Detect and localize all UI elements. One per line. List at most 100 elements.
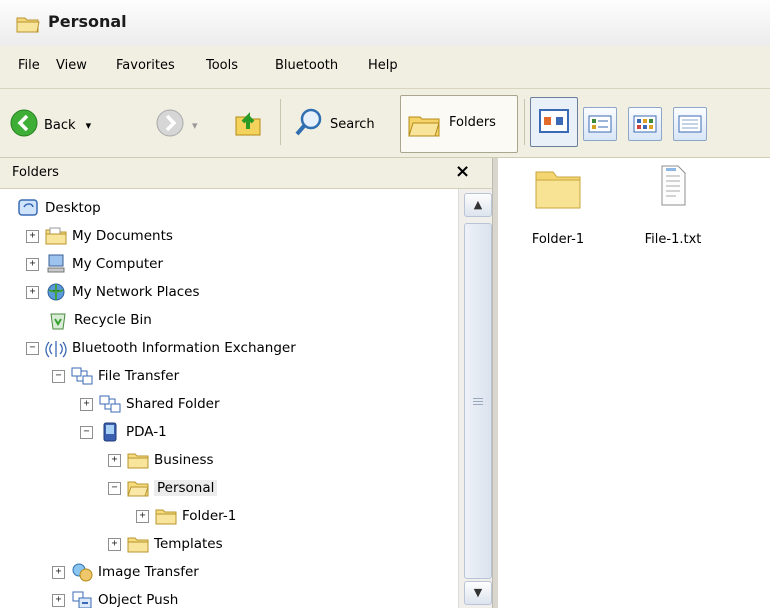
folders-label: Folders <box>449 115 496 130</box>
object-push-icon <box>71 590 93 608</box>
expand-icon[interactable]: + <box>80 397 93 411</box>
file-transfer-icon <box>99 394 121 414</box>
network-icon <box>45 282 67 302</box>
bluetooth-icon <box>45 338 67 358</box>
menu-bar: File View Favorites Tools Bluetooth Help <box>0 46 770 89</box>
window-title: Personal <box>48 12 127 31</box>
tree-item-label: My Computer <box>72 256 164 272</box>
tree-item-my-computer[interactable]: + My Computer <box>26 253 163 275</box>
tiles-view-button[interactable] <box>583 107 617 141</box>
back-label: Back <box>44 117 76 133</box>
menu-file[interactable]: File <box>18 58 40 73</box>
file-transfer-icon <box>71 366 93 386</box>
text-file-icon <box>658 165 688 212</box>
search-label: Search <box>330 116 375 132</box>
expand-icon[interactable]: + <box>52 565 65 579</box>
scrollbar-thumb[interactable] <box>464 223 492 579</box>
back-button[interactable]: Back ▾ <box>10 109 91 141</box>
tree-item-my-documents[interactable]: + My Documents <box>26 225 173 247</box>
icons-view-button[interactable] <box>628 107 662 141</box>
tree-item-label: Desktop <box>45 200 101 216</box>
menu-help[interactable]: Help <box>368 58 398 73</box>
list-view-button[interactable] <box>673 107 707 141</box>
open-folder-icon <box>127 478 149 498</box>
tree-item-my-network-places[interactable]: + My Network Places <box>26 281 200 303</box>
tree-item-business[interactable]: + Business <box>108 449 214 471</box>
chevron-down-icon[interactable]: ▾ <box>86 119 92 132</box>
content-item-label: File-1.txt <box>644 232 702 247</box>
back-arrow-icon <box>10 109 38 141</box>
menu-view[interactable]: View <box>56 58 87 73</box>
collapse-icon[interactable]: − <box>26 341 39 355</box>
tree-item-shared-folder[interactable]: + Shared Folder <box>80 393 220 415</box>
tiles-view-icon <box>588 115 612 137</box>
tree-item-bluetooth-information-exchanger[interactable]: − Bluetooth Information Exchanger <box>26 337 296 359</box>
folder-icon <box>16 14 40 38</box>
toolbar-separator <box>524 99 525 145</box>
menu-bluetooth[interactable]: Bluetooth <box>275 58 338 73</box>
tree-item-personal[interactable]: − Personal <box>108 477 218 499</box>
tree-item-image-transfer[interactable]: + Image Transfer <box>52 561 199 583</box>
tree-item-templates[interactable]: + Templates <box>108 533 223 555</box>
tree-item-object-push[interactable]: + Object Push <box>52 589 178 608</box>
search-button[interactable]: Search <box>294 107 375 141</box>
collapse-icon[interactable]: − <box>52 369 65 383</box>
forward-button[interactable]: ▾ <box>156 109 198 141</box>
expand-icon[interactable]: + <box>108 453 121 467</box>
toolbar-separator <box>280 99 281 145</box>
folders-icon <box>407 109 441 143</box>
folder-tree-scrollbar[interactable]: ▲ ▼ <box>458 189 493 608</box>
content-pane: Folder-1 File-1.txt <box>498 158 770 608</box>
tree-item-folder-1[interactable]: + Folder-1 <box>136 505 236 527</box>
tree-item-label: Object Push <box>98 592 179 608</box>
close-icon[interactable]: × <box>455 161 470 182</box>
tree-item-label: My Documents <box>72 228 173 244</box>
expand-icon[interactable]: + <box>108 537 121 551</box>
thumb-grip <box>473 401 483 402</box>
expand-icon[interactable]: + <box>52 593 65 607</box>
icons-view-icon <box>633 115 657 137</box>
scroll-up-button[interactable]: ▲ <box>464 193 492 217</box>
tree-item-desktop[interactable]: Desktop <box>18 197 101 219</box>
tree-item-pda-1[interactable]: − PDA-1 <box>80 421 167 443</box>
folders-pane-title: Folders <box>12 165 59 180</box>
pda-icon <box>99 422 121 442</box>
thumb-grip <box>473 404 483 405</box>
tree-item-label: Personal <box>154 480 218 496</box>
desktop-icon <box>18 198 40 218</box>
toolbar: Back ▾ ▾ Search Folders <box>0 89 770 158</box>
tree-item-label: File Transfer <box>98 368 180 384</box>
forward-arrow-icon <box>156 109 184 141</box>
expand-icon[interactable]: + <box>136 509 149 523</box>
up-folder-button[interactable] <box>234 107 264 141</box>
tree-item-recycle-bin[interactable]: Recycle Bin <box>47 309 152 331</box>
computer-icon <box>45 254 67 274</box>
collapse-icon[interactable]: − <box>80 425 93 439</box>
collapse-icon[interactable]: − <box>108 481 121 495</box>
expand-icon[interactable]: + <box>26 285 39 299</box>
scroll-down-button[interactable]: ▼ <box>464 581 492 605</box>
thumbnails-view-button[interactable] <box>530 97 578 147</box>
content-item-file-1-txt[interactable]: File-1.txt <box>633 164 713 247</box>
menu-favorites[interactable]: Favorites <box>116 58 175 73</box>
folder-tree: Desktop + My Documents + My Computer + M… <box>0 189 458 608</box>
tree-item-label: Bluetooth Information Exchanger <box>72 340 296 356</box>
content-item-folder-1[interactable]: Folder-1 <box>518 166 598 247</box>
folder-icon <box>45 226 67 246</box>
tree-item-file-transfer[interactable]: − File Transfer <box>52 365 179 387</box>
expand-icon[interactable]: + <box>26 257 39 271</box>
folders-button[interactable]: Folders <box>400 95 518 153</box>
thumbnails-view-icon <box>539 108 569 138</box>
up-folder-icon <box>234 107 264 141</box>
folder-icon <box>155 506 177 526</box>
content-item-label: Folder-1 <box>531 232 585 247</box>
chevron-down-icon[interactable]: ▾ <box>192 119 198 132</box>
tree-item-label: Shared Folder <box>126 396 220 412</box>
image-transfer-icon <box>71 562 93 582</box>
tree-item-label: Recycle Bin <box>74 312 152 328</box>
expand-icon[interactable]: + <box>26 229 39 243</box>
title-bar: Personal <box>0 0 770 47</box>
menu-tools[interactable]: Tools <box>206 58 238 73</box>
search-icon <box>294 107 324 141</box>
folder-icon <box>127 534 149 554</box>
